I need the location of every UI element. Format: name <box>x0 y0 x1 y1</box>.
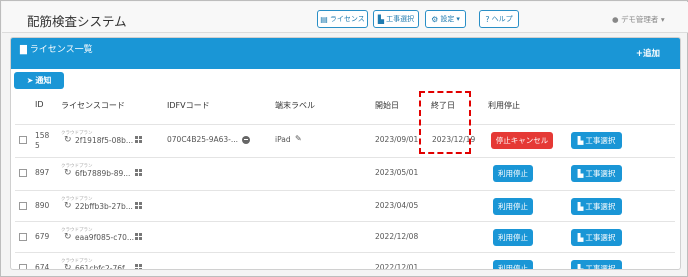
help-nav-label: ヘルプ <box>491 15 513 23</box>
row-checkbox[interactable] <box>19 168 27 177</box>
row-id: 158 5 <box>35 130 50 150</box>
row-divider <box>15 221 675 222</box>
start-date: 2023/05/01 <box>375 167 419 177</box>
license-code: 661cbfc2-76f... <box>75 263 132 270</box>
refresh-icon[interactable]: ↻ <box>64 263 72 270</box>
notify-button-label: 通知 <box>35 76 52 85</box>
stop-use-button[interactable]: 利用停止 <box>493 197 533 215</box>
plus-icon: + <box>635 49 643 59</box>
start-date: 2022/12/08 <box>375 231 419 241</box>
user-name: デモ管理者 <box>620 15 659 24</box>
stop-use-button[interactable]: 利用停止 <box>493 228 533 246</box>
work-select-button[interactable]: ▙ 工事選択 <box>571 131 622 149</box>
col-header-stop: 利用停止 <box>488 101 520 110</box>
work-select-nav-button[interactable]: ▙ 工事選択 <box>373 10 419 28</box>
stop-use-button[interactable]: 利用停止 <box>493 259 533 269</box>
stop-use-button[interactable]: 利用停止 <box>493 164 533 182</box>
row-id: 897 <box>35 167 50 177</box>
building-icon: ▙ <box>577 263 584 270</box>
minus-circle-icon[interactable] <box>242 135 250 144</box>
start-date: 2022/12/01 <box>375 262 419 270</box>
top-navbar: 配筋検査システム ▤ ライセンス ▙ 工事選択 ⚙ 設定 ▾ ? ヘルプ ● デ… <box>2 2 688 33</box>
work-select-label: 工事選択 <box>585 135 616 145</box>
settings-nav-button[interactable]: ⚙ 設定 ▾ <box>425 10 466 28</box>
license-nav-button[interactable]: ▤ ライセンス <box>317 10 368 28</box>
caret-down-icon: ▾ <box>660 15 665 24</box>
start-date: 2023/04/05 <box>375 200 419 210</box>
work-select-label: 工事選択 <box>585 201 616 211</box>
building-icon: ▙ <box>577 201 584 211</box>
help-nav-button[interactable]: ? ヘルプ <box>479 10 519 28</box>
work-select-label: 工事選択 <box>585 168 616 178</box>
panel-title: ▇ ライセンス一覧 <box>20 42 93 55</box>
work-select-button[interactable]: ▙ 工事選択 <box>571 228 622 246</box>
row-checkbox[interactable] <box>19 232 27 241</box>
license-code: 2f1918f5-08b... <box>75 135 134 145</box>
start-date: 2023/09/01 <box>375 134 419 144</box>
send-icon: ➤ <box>26 76 34 85</box>
license-code: 6fb7889b-89... <box>75 168 131 178</box>
row-id: 674 <box>35 262 50 270</box>
caret-down-icon: ▾ <box>456 15 460 23</box>
work-select-nav-label: 工事選択 <box>386 15 415 23</box>
refresh-icon[interactable]: ↻ <box>64 168 72 178</box>
building-icon: ▙ <box>377 14 385 24</box>
row-checkbox[interactable] <box>19 263 27 269</box>
grid-icon[interactable] <box>135 232 142 240</box>
col-header-id: ID <box>35 100 44 109</box>
row-id: 890 <box>35 200 50 210</box>
row-divider <box>15 157 675 158</box>
grid-icon[interactable] <box>135 135 142 143</box>
license-panel: ▇ ライセンス一覧 +追加 ➤ 通知 ID ライセンスコード IDFVコード 端… <box>10 37 681 270</box>
highlight-end-date-box <box>419 91 471 154</box>
settings-nav-label: 設定 <box>440 15 455 23</box>
col-header-idfv: IDFVコード <box>167 101 210 110</box>
user-icon: ● <box>612 15 619 24</box>
edit-icon[interactable]: ✎ <box>295 134 302 143</box>
license-code: eaa9f085-c70... <box>75 232 135 242</box>
idfv-code: 070C4B25-9A63-... <box>167 134 239 144</box>
grid-icon[interactable] <box>135 168 142 176</box>
refresh-icon[interactable]: ↻ <box>64 232 72 242</box>
notify-button[interactable]: ➤ 通知 <box>14 72 64 89</box>
row-checkbox[interactable] <box>19 135 27 144</box>
building-icon: ▙ <box>577 168 584 178</box>
building-icon: ▙ <box>577 135 584 145</box>
user-menu[interactable]: ● デモ管理者 ▾ <box>612 14 665 25</box>
work-select-button[interactable]: ▙ 工事選択 <box>571 259 622 270</box>
row-id: 679 <box>35 231 50 241</box>
work-select-button[interactable]: ▙ 工事選択 <box>571 197 622 215</box>
gear-icon: ⚙ <box>431 14 439 24</box>
license-nav-label: ライセンス <box>329 15 365 23</box>
work-select-label: 工事選択 <box>585 232 616 242</box>
app-title: 配筋検査システム <box>27 14 127 29</box>
add-button[interactable]: +追加 <box>636 47 660 59</box>
building-icon: ▙ <box>577 232 584 242</box>
work-select-label: 工事選択 <box>585 263 616 270</box>
row-checkbox[interactable] <box>19 201 27 210</box>
terminal-label: iPad <box>275 134 291 144</box>
license-code: 22bffb3b-27b... <box>75 201 133 211</box>
cancel-stop-button[interactable]: 停止キャンセル <box>491 131 553 149</box>
col-header-terminal: 端末ラベル <box>275 101 315 110</box>
col-header-start: 開始日 <box>375 101 399 110</box>
panel-title-text: ライセンス一覧 <box>29 45 93 55</box>
work-select-button[interactable]: ▙ 工事選択 <box>571 164 622 182</box>
col-header-license-code: ライセンスコード <box>61 101 125 110</box>
refresh-icon[interactable]: ↻ <box>64 135 72 145</box>
document-icon: ▤ <box>320 14 328 24</box>
refresh-icon[interactable]: ↻ <box>64 201 72 211</box>
help-icon: ? <box>485 14 490 24</box>
row-divider <box>15 252 675 253</box>
panel-header: ▇ ライセンス一覧 +追加 <box>11 38 680 69</box>
app-frame: 配筋検査システム ▤ ライセンス ▙ 工事選択 ⚙ 設定 ▾ ? ヘルプ ● デ… <box>0 0 688 277</box>
row-divider <box>15 124 675 125</box>
grid-icon[interactable] <box>135 201 142 209</box>
add-button-label: 追加 <box>642 49 660 59</box>
row-divider <box>15 190 675 191</box>
grid-icon[interactable] <box>135 263 142 269</box>
document-icon: ▇ <box>20 45 27 55</box>
